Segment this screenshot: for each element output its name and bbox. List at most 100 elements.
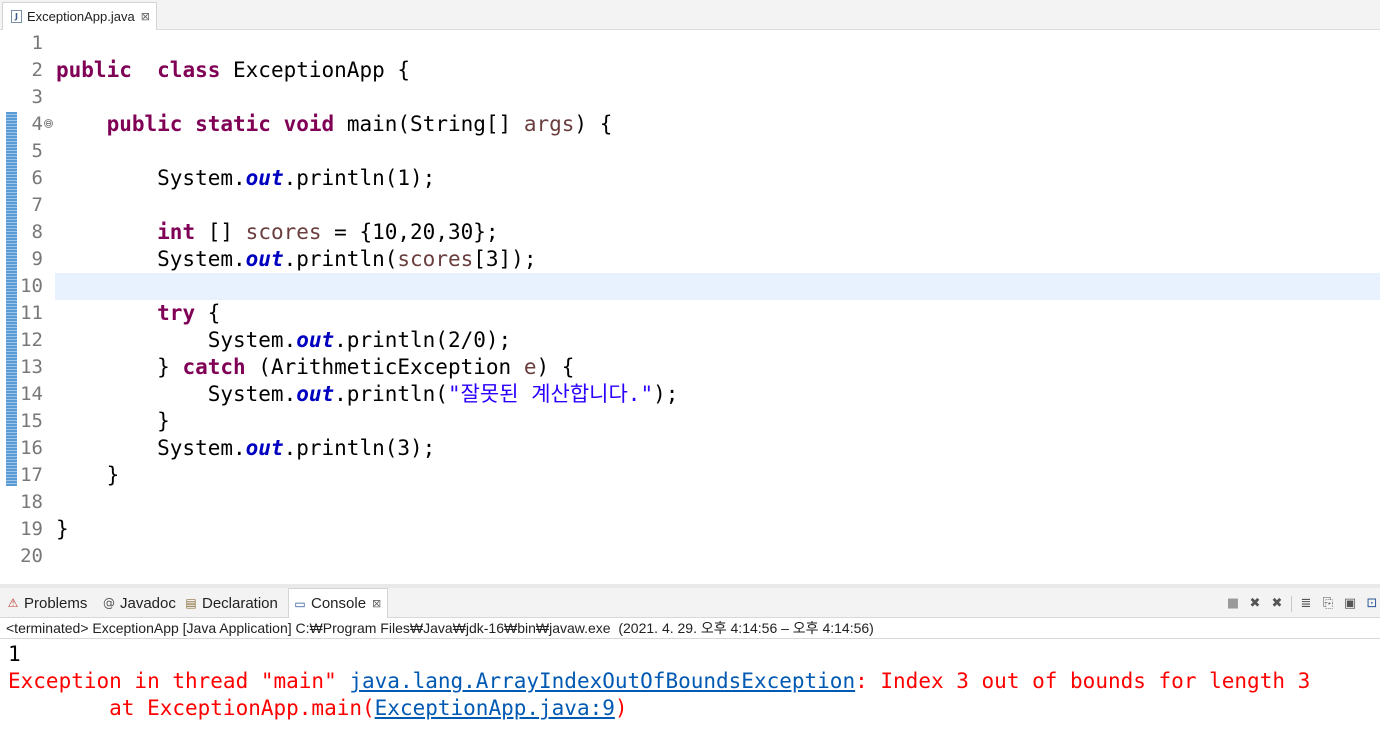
code-token: System. bbox=[56, 166, 246, 190]
line-number: 15 bbox=[20, 410, 43, 432]
code-token: public bbox=[56, 58, 132, 82]
remove-all-launches-icon[interactable]: ✖ bbox=[1269, 596, 1285, 612]
code-token: "잘못된 계산합니다." bbox=[447, 382, 654, 406]
code-text: System.out.println(1); bbox=[56, 165, 435, 192]
code-line[interactable]: 17 } bbox=[0, 462, 1380, 489]
line-number: 5 bbox=[31, 140, 43, 162]
code-token: void bbox=[283, 112, 335, 136]
code-line[interactable]: 2 public class ExceptionApp { bbox=[0, 57, 1380, 84]
code-line[interactable]: 6 System.out.println(1); bbox=[0, 165, 1380, 192]
code-line[interactable]: 3 bbox=[0, 84, 1380, 111]
code-line[interactable]: 20 bbox=[0, 543, 1380, 564]
code-token: out bbox=[245, 247, 284, 271]
code-text: System.out.println(3); bbox=[56, 435, 435, 462]
code-text: System.out.println("잘못된 계산합니다."); bbox=[56, 381, 679, 408]
line-number: 6 bbox=[31, 167, 43, 189]
tab-problems-label: Problems bbox=[24, 594, 88, 612]
exception-class-link[interactable]: java.lang.ArrayIndexOutOfBoundsException bbox=[349, 669, 855, 693]
code-line[interactable]: 13 } catch (ArithmeticException e) { bbox=[0, 354, 1380, 381]
close-icon[interactable]: ⊠ bbox=[372, 597, 381, 610]
line-number: 8 bbox=[31, 221, 43, 243]
pin-console-icon[interactable]: ⎘ bbox=[1320, 596, 1336, 612]
code-text: int [] scores = {10,20,30}; bbox=[56, 219, 498, 246]
code-token: args bbox=[523, 112, 575, 136]
console-rule bbox=[0, 638, 1380, 639]
code-token: (ArithmeticException bbox=[245, 355, 524, 379]
code-token: main(String[] bbox=[334, 112, 524, 136]
line-number: 17 bbox=[20, 464, 43, 486]
code-line[interactable]: 1 bbox=[0, 30, 1380, 57]
code-line[interactable]: 5 bbox=[0, 138, 1380, 165]
code-line[interactable]: 15 } bbox=[0, 408, 1380, 435]
line-number: 12 bbox=[20, 329, 43, 351]
code-text: } bbox=[56, 408, 170, 435]
remove-launch-icon[interactable]: ✖ bbox=[1247, 596, 1263, 612]
display-console-icon[interactable]: ▣ bbox=[1342, 596, 1358, 612]
code-token: { bbox=[195, 301, 221, 325]
code-token: public bbox=[106, 112, 183, 136]
code-line[interactable]: 9 System.out.println(scores[3]); bbox=[0, 246, 1380, 273]
code-token: } bbox=[56, 463, 120, 487]
code-line[interactable]: 16 System.out.println(3); bbox=[0, 435, 1380, 462]
code-line[interactable]: 10 bbox=[0, 273, 1380, 300]
code-line[interactable]: 7 bbox=[0, 192, 1380, 219]
line-number: 4 bbox=[31, 113, 43, 135]
console-description: <terminated> ExceptionApp [Java Applicat… bbox=[6, 620, 874, 636]
code-text: } bbox=[56, 462, 120, 489]
code-token: out bbox=[245, 436, 284, 460]
exception-prefix: Exception in thread "main" bbox=[8, 669, 350, 693]
code-editor[interactable]: 1 2 public class ExceptionApp {3 4 ⊖ public … bbox=[0, 30, 1380, 564]
code-line[interactable]: 18 bbox=[0, 489, 1380, 516]
code-token: scores bbox=[245, 220, 322, 244]
code-token: static bbox=[195, 112, 271, 136]
code-line[interactable]: 4 ⊖ public static void main(String[] args… bbox=[0, 111, 1380, 138]
problems-icon: ⚠ bbox=[7, 596, 19, 610]
stack-suffix: ) bbox=[614, 696, 628, 720]
code-token: class bbox=[157, 58, 221, 82]
code-token: } bbox=[56, 409, 170, 433]
code-text: System.out.println(2/0); bbox=[56, 327, 511, 354]
stack-source-link[interactable]: ExceptionApp.java:9 bbox=[375, 696, 615, 720]
code-line[interactable]: 11 try { bbox=[0, 300, 1380, 327]
code-text: try { bbox=[56, 300, 220, 327]
code-line[interactable]: 14 System.out.println("잘못된 계산합니다."); bbox=[0, 381, 1380, 408]
code-token: ExceptionApp { bbox=[220, 58, 411, 82]
fold-collapse-icon[interactable]: ⊖ bbox=[44, 119, 53, 128]
code-text: public static void main(String[] args) { bbox=[56, 111, 613, 138]
java-file-icon: J bbox=[11, 10, 22, 23]
code-line[interactable]: 8 int [] scores = {10,20,30}; bbox=[0, 219, 1380, 246]
line-number: 19 bbox=[20, 518, 43, 540]
stack-prefix: at ExceptionApp.main( bbox=[8, 696, 375, 720]
tab-declaration[interactable]: ▤ Declaration bbox=[184, 588, 278, 618]
editor-tab-label: ExceptionApp.java bbox=[27, 9, 135, 24]
code-token: System. bbox=[56, 247, 246, 271]
code-token: System. bbox=[56, 328, 297, 352]
declaration-icon: ▤ bbox=[185, 596, 197, 610]
terminate-icon[interactable]: ■ bbox=[1225, 596, 1241, 612]
editor-tab-exceptionapp[interactable]: J ExceptionApp.java ⊠ bbox=[2, 2, 157, 30]
code-line[interactable]: 19} bbox=[0, 516, 1380, 543]
line-number: 2 bbox=[31, 59, 43, 81]
toolbar-separator bbox=[1291, 596, 1292, 612]
tab-console[interactable]: ▭ Console ⊠ bbox=[288, 588, 389, 618]
tab-problems[interactable]: ⚠ Problems bbox=[6, 588, 88, 618]
code-token: ); bbox=[653, 382, 679, 406]
open-console-icon[interactable]: ⊡ bbox=[1364, 596, 1380, 612]
code-token: } bbox=[56, 355, 183, 379]
code-token: [] bbox=[195, 220, 246, 244]
scroll-lock-icon[interactable]: ≣ bbox=[1298, 596, 1314, 612]
line-number: 3 bbox=[31, 86, 43, 108]
code-token: } bbox=[56, 517, 69, 541]
code-token: catch bbox=[182, 355, 246, 379]
exception-message: : Index 3 out of bounds for length 3 bbox=[855, 669, 1311, 693]
line-number: 16 bbox=[20, 437, 43, 459]
line-number: 18 bbox=[20, 491, 43, 513]
line-number: 20 bbox=[20, 545, 43, 564]
close-icon[interactable]: ⊠ bbox=[141, 10, 150, 23]
code-token: .println( bbox=[283, 247, 398, 271]
code-line[interactable]: 12 System.out.println(2/0); bbox=[0, 327, 1380, 354]
tab-console-label: Console bbox=[311, 595, 367, 612]
tab-javadoc[interactable]: @ Javadoc bbox=[102, 588, 176, 618]
line-number: 1 bbox=[31, 32, 43, 54]
